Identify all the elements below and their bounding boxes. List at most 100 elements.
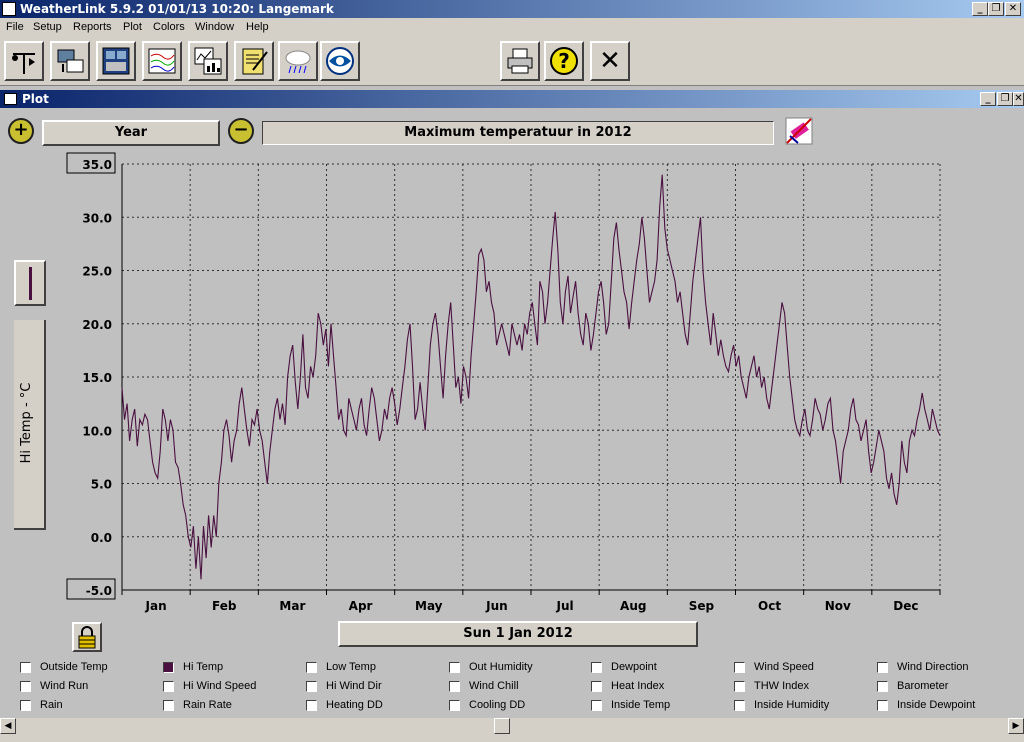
legend-item[interactable]: Wind Direction xyxy=(877,660,1017,676)
legend-checkbox[interactable] xyxy=(734,700,745,711)
legend-label: Heat Index xyxy=(611,680,665,692)
restore-button[interactable]: ❐ xyxy=(988,2,1004,16)
scroll-left-arrow[interactable]: ◀ xyxy=(0,718,16,734)
bulletin-icon xyxy=(102,47,130,75)
legend-label: Inside Dewpoint xyxy=(897,699,976,711)
legend-item[interactable]: Heat Index xyxy=(591,679,731,695)
legend-checkbox[interactable] xyxy=(591,662,602,673)
legend-item[interactable]: Hi Wind Dir xyxy=(306,679,446,695)
close-button[interactable]: ✕ xyxy=(1005,2,1021,16)
plot-button[interactable] xyxy=(188,41,228,81)
download-button[interactable] xyxy=(50,41,90,81)
legend-checkbox[interactable] xyxy=(163,662,174,673)
legend-item[interactable]: Wind Run xyxy=(20,679,160,695)
legend-label: Hi Temp xyxy=(183,661,224,673)
legend-item[interactable]: Hi Temp xyxy=(163,660,303,676)
legend-item[interactable]: Inside Humidity xyxy=(734,698,874,714)
legend-label: Wind Chill xyxy=(469,680,519,692)
strip-chart-icon xyxy=(148,48,176,74)
legend-checkbox[interactable] xyxy=(449,681,460,692)
y-tick-label: -5.0 xyxy=(86,584,112,598)
legend-checkbox[interactable] xyxy=(163,681,174,692)
legend-checkbox[interactable] xyxy=(734,681,745,692)
minimize-button[interactable]: _ xyxy=(972,2,988,16)
horizontal-scrollbar[interactable]: ◀ ▶ xyxy=(0,718,1024,734)
legend-checkbox[interactable] xyxy=(20,681,31,692)
legend-item[interactable]: Cooling DD xyxy=(449,698,589,714)
noaa-button[interactable] xyxy=(320,41,360,81)
legend-label: Wind Speed xyxy=(754,661,814,673)
legend-item[interactable]: Wind Speed xyxy=(734,660,874,676)
legend-item[interactable]: Low Temp xyxy=(306,660,446,676)
menu-setup[interactable]: Setup xyxy=(33,21,62,33)
legend-label: Wind Direction xyxy=(897,661,969,673)
notebook-button[interactable] xyxy=(234,41,274,81)
x-tick-label: Dec xyxy=(893,599,918,613)
legend-label: Dewpoint xyxy=(611,661,657,673)
legend-checkbox[interactable] xyxy=(591,700,602,711)
bulletin-button[interactable] xyxy=(96,41,136,81)
y-tick-label: 10.0 xyxy=(82,424,112,438)
legend-item[interactable]: THW Index xyxy=(734,679,874,695)
help-icon: ? xyxy=(550,47,578,75)
legend-checkbox[interactable] xyxy=(449,662,460,673)
legend-checkbox[interactable] xyxy=(20,700,31,711)
help-button[interactable]: ? xyxy=(544,41,584,81)
menu-bar: File Setup Reports Plot Colors Window He… xyxy=(0,18,1024,38)
x-tick-label: Aug xyxy=(620,599,646,613)
y-tick-label: 25.0 xyxy=(82,265,112,279)
legend-checkbox[interactable] xyxy=(877,700,888,711)
legend-checkbox[interactable] xyxy=(20,662,31,673)
scroll-thumb[interactable] xyxy=(494,718,510,734)
legend-item[interactable]: Hi Wind Speed xyxy=(163,679,303,695)
menu-reports[interactable]: Reports xyxy=(73,21,112,33)
exit-button[interactable]: ✕ xyxy=(590,41,630,81)
menu-help[interactable]: Help xyxy=(246,21,269,33)
legend-label: Cooling DD xyxy=(469,699,526,711)
legend-item[interactable]: Barometer xyxy=(877,679,1017,695)
menu-plot[interactable]: Plot xyxy=(123,21,142,33)
legend-checkbox[interactable] xyxy=(306,662,317,673)
plot-icon xyxy=(194,47,222,75)
legend-checkbox[interactable] xyxy=(449,700,460,711)
legend-item[interactable]: Inside Temp xyxy=(591,698,731,714)
station-button[interactable] xyxy=(4,41,44,81)
plot-minimize-button[interactable]: _ xyxy=(980,92,996,106)
legend-item[interactable]: Rain xyxy=(20,698,160,714)
app-title-bar: WeatherLink 5.9.2 01/01/13 10:20: Langem… xyxy=(0,0,1024,18)
legend-item[interactable]: Heating DD xyxy=(306,698,446,714)
menu-colors[interactable]: Colors xyxy=(153,21,185,33)
legend-checkbox[interactable] xyxy=(306,681,317,692)
x-tick-label: Jul xyxy=(556,599,574,613)
legend-checkbox[interactable] xyxy=(877,662,888,673)
legend-label: Hi Wind Speed xyxy=(183,680,257,692)
legend-checkbox[interactable] xyxy=(734,662,745,673)
legend-checkbox[interactable] xyxy=(306,700,317,711)
status-strip xyxy=(0,734,1024,742)
legend-label: Out Humidity xyxy=(469,661,533,673)
legend-item[interactable]: Inside Dewpoint xyxy=(877,698,1017,714)
date-navigator-button[interactable]: Sun 1 Jan 2012 xyxy=(338,621,698,647)
scroll-right-arrow[interactable]: ▶ xyxy=(1008,718,1024,734)
legend-label: Inside Temp xyxy=(611,699,671,711)
legend-checkbox[interactable] xyxy=(591,681,602,692)
legend-checkbox[interactable] xyxy=(877,681,888,692)
legend-item[interactable]: Rain Rate xyxy=(163,698,303,714)
strip-chart-button[interactable] xyxy=(142,41,182,81)
print-button[interactable] xyxy=(500,41,540,81)
legend-item[interactable]: Wind Chill xyxy=(449,679,589,695)
legend-item[interactable]: Outside Temp xyxy=(20,660,160,676)
menu-file[interactable]: File xyxy=(6,21,24,33)
menu-window[interactable]: Window xyxy=(195,21,234,33)
x-tick-label: Feb xyxy=(212,599,237,613)
legend-item[interactable]: Dewpoint xyxy=(591,660,731,676)
y-tick-label: 20.0 xyxy=(82,318,112,332)
legend-item[interactable]: Out Humidity xyxy=(449,660,589,676)
legend-label: Heating DD xyxy=(326,699,383,711)
plot-restore-button[interactable]: ❐ xyxy=(997,92,1013,106)
weather-button[interactable] xyxy=(278,41,318,81)
lock-button[interactable] xyxy=(72,622,102,652)
x-tick-label: Apr xyxy=(349,599,373,613)
plot-close-button[interactable]: ✕ xyxy=(1013,92,1024,106)
legend-checkbox[interactable] xyxy=(163,700,174,711)
